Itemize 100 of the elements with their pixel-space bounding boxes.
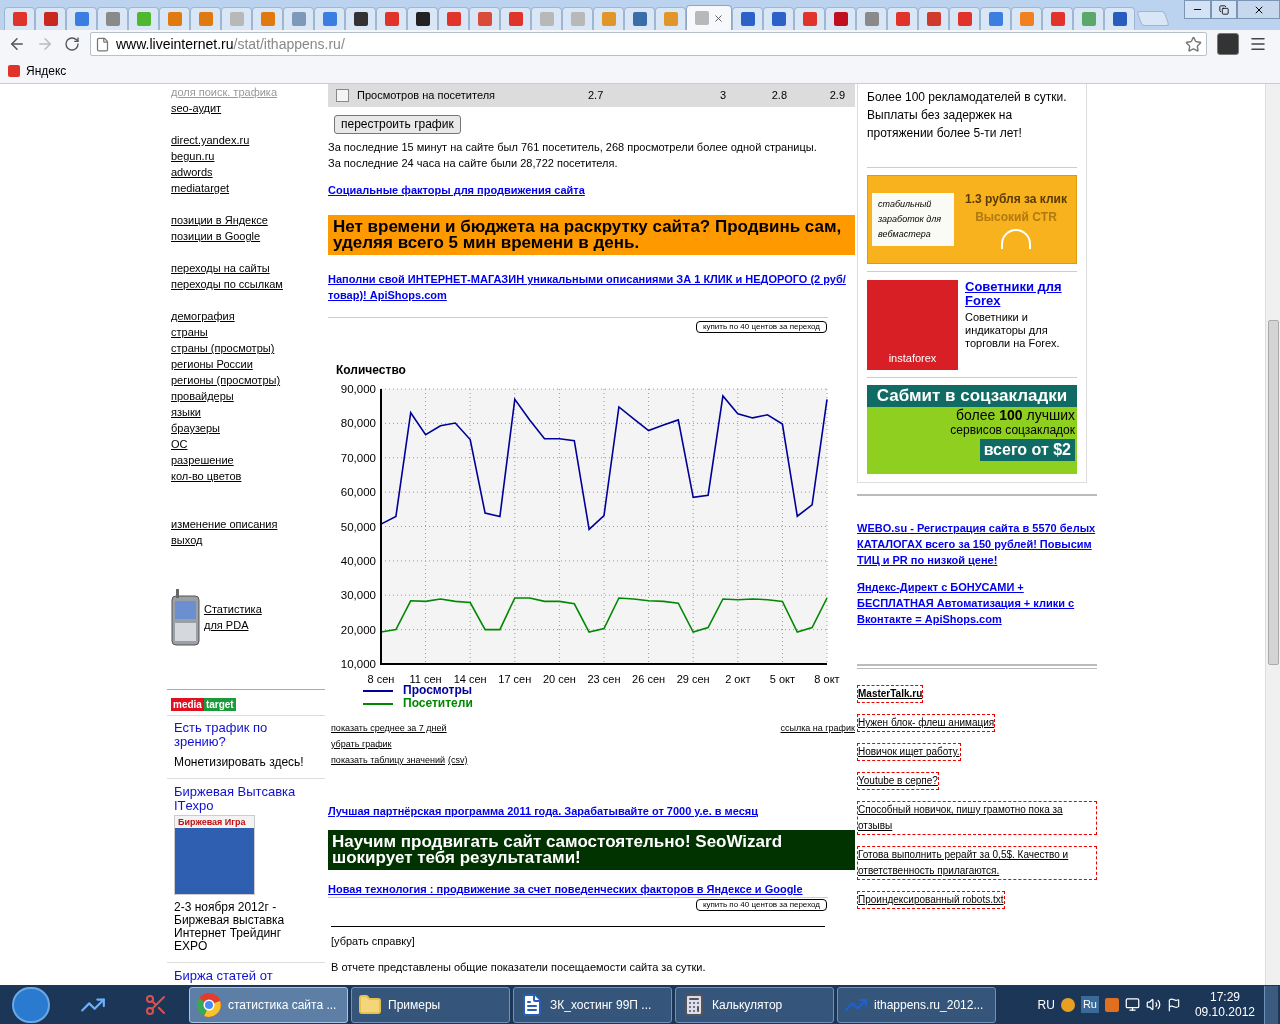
promo-link[interactable]: Лучшая партнёрская программа 2011 года. Зарабатывайте от 7000 у.е. в месяц: [328, 803, 759, 819]
show-desktop-button[interactable]: [1264, 985, 1278, 1024]
back-icon[interactable]: [8, 35, 26, 53]
taskbar-button[interactable]: статистика сайта ...: [189, 986, 348, 1023]
rebuild-chart-button[interactable]: перестроить график: [334, 115, 461, 134]
promo-link[interactable]: Социальные факторы для продвижения сайта: [328, 182, 585, 198]
sidebar-link[interactable]: adwords: [171, 164, 213, 180]
forum-link[interactable]: MasterTalk.ru: [857, 685, 924, 703]
chart-link[interactable]: показать таблицу значений: [331, 752, 445, 768]
ad-banner[interactable]: стабильный заработок для вебмастера 1.3 рубля за клик Высокий CTR: [867, 175, 1077, 264]
promo-banner[interactable]: Нет времени и бюджета на раскрутку сайта? Продвинь сам, уделяя всего 5 мин времени в день.: [328, 215, 855, 255]
bookmark-star-icon[interactable]: [1185, 35, 1202, 53]
tray-app-icon[interactable]: [1060, 997, 1075, 1012]
ad-link[interactable]: Советники для Forex: [965, 280, 1077, 308]
sidebar-link[interactable]: переходы по ссылкам: [171, 276, 283, 292]
clock-date[interactable]: 09.10.2012: [1194, 1004, 1255, 1020]
network-icon[interactable]: [1124, 997, 1140, 1012]
bookmark-link[interactable]: Яндекс: [26, 61, 67, 80]
x-tick-label: 8 сен: [367, 673, 395, 684]
sidebar-link[interactable]: регионы России: [171, 356, 253, 372]
forum-link[interactable]: Готова выполнить рерайт за 0,5$. Качество и ответственность прилагаются.: [857, 846, 1097, 880]
ad-link[interactable]: Есть трафик по зрению?: [174, 721, 294, 749]
sidebar-link[interactable]: кол-во цветов: [171, 468, 242, 484]
ad-banner[interactable]: Сабмит в соцзакладки более 100 лучших сервисов соцзакладок всего от $2: [867, 385, 1077, 474]
promo-link[interactable]: Наполни свой ИНТЕРНЕТ-МАГАЗИН уникальными описаниями ЗА 1 КЛИК и НЕДОРОГО (2 руб/товар)! ApiShops.com: [328, 271, 855, 303]
calculator-icon: [682, 992, 706, 1017]
ad-link[interactable]: Биржевая Вытсавка ITехро: [174, 785, 314, 813]
x-tick-label: 23 сен: [587, 673, 621, 684]
forum-link[interactable]: Проиндексированный robots.txt: [857, 891, 1005, 909]
sidebar-link[interactable]: позиции в Яндексе: [171, 212, 268, 228]
x-tick-label: 11 сен: [409, 673, 442, 684]
sidebar-link[interactable]: direct.yandex.ru: [171, 132, 250, 148]
sidebar-link[interactable]: страны: [171, 324, 208, 340]
sidebar-link[interactable]: begun.ru: [171, 148, 215, 164]
chart-link[interactable]: показать среднее за 7 дней: [331, 720, 447, 736]
chart-link[interactable]: ссылка на график: [780, 720, 855, 736]
taskbar-button[interactable]: Калькулятор: [675, 986, 834, 1023]
sidebar-link[interactable]: страны (просмотры): [171, 340, 275, 356]
y-tick-label: 10,000: [340, 658, 376, 670]
extension-icon[interactable]: [1217, 33, 1239, 55]
x-tick-label: 29 сен: [676, 673, 710, 684]
browser-tab[interactable]: [407, 7, 438, 30]
language-indicator[interactable]: RU: [1037, 995, 1055, 1014]
checkbox[interactable]: [336, 89, 349, 102]
restore-button[interactable]: [1211, 0, 1237, 19]
browser-tab[interactable]: [345, 7, 376, 30]
input-method-indicator[interactable]: Ru: [1080, 996, 1099, 1013]
sidebar-link[interactable]: переходы на сайты: [171, 260, 270, 276]
sidebar-link[interactable]: ОС: [171, 436, 188, 452]
y-tick-label: 50,000: [340, 520, 376, 533]
y-tick-label: 40,000: [340, 554, 376, 567]
sidebar-link[interactable]: регионы (просмотры): [171, 372, 281, 388]
hide-help-link[interactable]: [убрать справку]: [331, 933, 415, 949]
pda-link[interactable]: Статистика для PDA: [204, 601, 276, 633]
ad-link[interactable]: WEBO.su - Регистрация сайта в 5570 белых КАТАЛОГАХ всего за 150 рублей! Повысим ТИЦ и PR по низкой цене!: [857, 520, 1097, 568]
taskbar-button[interactable]: ithappens.ru_2012...: [837, 986, 996, 1023]
legend-label: Посетители: [403, 697, 473, 710]
ad-link[interactable]: Яндекс-Директ с БОНУСАМИ + БЕСПЛАТНАЯ Автоматизация + клики с Вконтакте = ApiShops.com: [857, 579, 1097, 627]
menu-icon[interactable]: [1249, 35, 1267, 53]
forum-link[interactable]: Способный новичок, пишу грамотно пока за отзывы: [857, 801, 1097, 835]
address-bar[interactable]: www.liveinternet.ru/stat/ithappens.ru/: [90, 32, 1207, 56]
taskbar-button[interactable]: ЗК_хостинг 99П ...: [513, 986, 672, 1023]
close-icon[interactable]: [712, 12, 724, 24]
browser-icon: [196, 991, 222, 1018]
sidebar-link[interactable]: mediatarget: [171, 180, 230, 196]
taskbar-button[interactable]: Примеры: [351, 986, 510, 1023]
forum-link[interactable]: Youtube в серпе?: [857, 772, 939, 790]
chart-link[interactable]: убрать график: [328, 736, 392, 752]
ad-link[interactable]: Биржа статей от: [167, 969, 325, 983]
sidebar-link[interactable]: браузеры: [171, 420, 220, 436]
sidebar-link[interactable]: изменение описания: [171, 516, 278, 532]
csv-link[interactable]: (csv): [448, 752, 468, 768]
ad-banner[interactable]: instaforex: [867, 280, 958, 370]
sidebar-link[interactable]: языки: [171, 404, 201, 420]
y-tick-label: 30,000: [340, 589, 376, 602]
start-button[interactable]: [12, 986, 50, 1023]
sidebar-link[interactable]: выход: [171, 532, 203, 548]
buy-button[interactable]: купить по 40 центов за переход: [695, 321, 827, 333]
sidebar-link[interactable]: демография: [171, 308, 235, 324]
buy-button[interactable]: купить по 40 центов за переход: [695, 899, 827, 911]
scrollbar-thumb[interactable]: [1267, 320, 1279, 665]
forum-link[interactable]: Новичок ищет работу.: [857, 743, 961, 761]
volume-icon[interactable]: [1145, 997, 1161, 1012]
ad-text: Более 100 рекламодателей в сутки. Выплаты без задержек на протяжении более 5-ти лет!: [867, 89, 1068, 142]
reload-icon[interactable]: [64, 36, 80, 52]
promo-link[interactable]: Новая технология : продвижение за счет поведенческих факторов в Яндексе и Google: [328, 881, 803, 897]
ad-banner[interactable]: Биржевая Игра: [174, 815, 255, 895]
sidebar-link[interactable]: позиции в Google: [171, 228, 261, 244]
flag-icon[interactable]: [1166, 997, 1181, 1012]
sidebar-link[interactable]: провайдеры: [171, 388, 234, 404]
clock-time[interactable]: 17:29: [1209, 989, 1240, 1005]
forum-link[interactable]: Нужен блок- флеш анимация: [857, 714, 996, 732]
promo-banner[interactable]: Научим продвигать сайт самостоятельно! SeoWizard шокирует тебя результатами!: [328, 830, 855, 870]
scissors-icon[interactable]: [144, 992, 168, 1017]
x-tick-label: 26 сен: [632, 673, 666, 684]
banner-text: Биржевая Игра: [175, 816, 254, 828]
sidebar-link[interactable]: разрешение: [171, 452, 234, 468]
scrollbar[interactable]: [1265, 84, 1280, 985]
tray-app-icon[interactable]: [1104, 997, 1119, 1012]
sidebar-link[interactable]: seo-аудит: [171, 100, 222, 116]
